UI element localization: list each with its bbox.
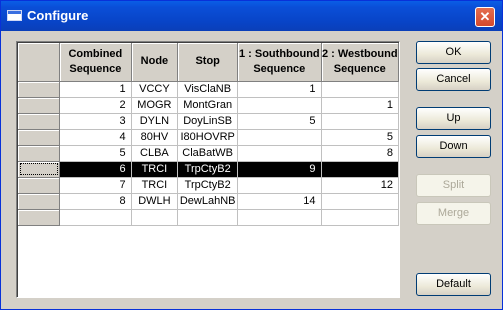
westbound-sequence-cell[interactable]: 12 — [321, 177, 399, 194]
node-cell[interactable]: 80HV — [131, 129, 179, 146]
table-row[interactable]: 2 MOGR MontGran 1 — [18, 97, 399, 114]
table-row[interactable]: 5 CLBA ClaBatWB 8 — [18, 145, 399, 162]
table-row[interactable]: 6 TRCI TrpCtyB2 9 — [18, 161, 399, 178]
westbound-sequence-cell[interactable]: 5 — [321, 129, 399, 146]
configure-dialog: Configure ✕ Combined Sequence Node Stop … — [0, 0, 503, 310]
row-header-cell[interactable] — [18, 129, 61, 146]
title-bar[interactable]: Configure ✕ — [1, 1, 502, 31]
column-header-westbound-sequence[interactable]: 2 : Westbound Sequence — [321, 43, 399, 82]
westbound-sequence-cell[interactable]: 8 — [321, 145, 399, 162]
header-row: Combined Sequence Node Stop 1 : Southbou… — [18, 43, 399, 82]
close-button[interactable]: ✕ — [475, 7, 495, 27]
split-button[interactable]: Split — [416, 174, 491, 197]
column-header-combined-sequence[interactable]: Combined Sequence — [59, 43, 132, 82]
column-header-southbound-sequence[interactable]: 1 : Southbound Sequence — [237, 43, 322, 82]
row-header-cell[interactable] — [18, 209, 61, 226]
row-header-cell[interactable] — [18, 145, 61, 162]
node-cell[interactable]: CLBA — [131, 145, 179, 162]
combined-sequence-cell[interactable]: 6 — [59, 161, 132, 178]
window-icon — [7, 10, 22, 21]
table-row[interactable]: 7 TRCI TrpCtyB2 12 — [18, 177, 399, 194]
westbound-sequence-cell[interactable] — [321, 113, 399, 130]
southbound-sequence-cell[interactable] — [237, 145, 322, 162]
westbound-sequence-cell[interactable]: 1 — [321, 97, 399, 114]
sequence-grid[interactable]: Combined Sequence Node Stop 1 : Southbou… — [16, 41, 400, 298]
empty-row[interactable] — [18, 209, 399, 226]
combined-sequence-cell[interactable]: 1 — [59, 81, 132, 98]
empty-cell[interactable] — [59, 209, 132, 226]
row-header-cell[interactable] — [18, 177, 61, 194]
stop-cell[interactable]: VisClaNB — [177, 81, 239, 98]
southbound-sequence-cell[interactable]: 14 — [237, 193, 322, 210]
southbound-sequence-cell[interactable]: 9 — [237, 161, 322, 178]
combined-sequence-cell[interactable]: 3 — [59, 113, 132, 130]
row-header-cell[interactable] — [18, 97, 61, 114]
southbound-sequence-cell[interactable]: 1 — [237, 81, 322, 98]
cancel-button[interactable]: Cancel — [416, 68, 491, 91]
southbound-sequence-cell[interactable]: 5 — [237, 113, 322, 130]
table-row[interactable]: 4 80HV I80HOVRP 5 — [18, 129, 399, 146]
sequence-table: Combined Sequence Node Stop 1 : Southbou… — [18, 43, 399, 226]
stop-cell[interactable]: ClaBatWB — [177, 145, 239, 162]
row-header-cell[interactable] — [18, 193, 61, 210]
column-header-stop[interactable]: Stop — [177, 43, 239, 82]
combined-sequence-cell[interactable]: 2 — [59, 97, 132, 114]
stop-cell[interactable]: MontGran — [177, 97, 239, 114]
default-button[interactable]: Default — [416, 273, 491, 296]
merge-button[interactable]: Merge — [416, 202, 491, 225]
window-title: Configure — [27, 8, 89, 23]
stop-cell[interactable]: DewLahNB — [177, 193, 239, 210]
stop-cell[interactable]: I80HOVRP — [177, 129, 239, 146]
combined-sequence-cell[interactable]: 5 — [59, 145, 132, 162]
southbound-sequence-cell[interactable] — [237, 129, 322, 146]
empty-cell[interactable] — [131, 209, 179, 226]
up-button[interactable]: Up — [416, 107, 491, 130]
node-cell[interactable]: TRCI — [131, 177, 179, 194]
table-row[interactable]: 3 DYLN DoyLinSB 5 — [18, 113, 399, 130]
stop-cell[interactable]: DoyLinSB — [177, 113, 239, 130]
combined-sequence-cell[interactable]: 4 — [59, 129, 132, 146]
row-header-cell[interactable] — [18, 81, 61, 98]
node-cell[interactable]: MOGR — [131, 97, 179, 114]
southbound-sequence-cell[interactable] — [237, 97, 322, 114]
row-header-cell[interactable] — [18, 161, 61, 178]
node-cell[interactable]: TRCI — [131, 161, 179, 178]
corner-header-cell — [18, 43, 61, 82]
empty-cell[interactable] — [321, 209, 399, 226]
table-row[interactable]: 8 DWLH DewLahNB 14 — [18, 193, 399, 210]
column-header-node[interactable]: Node — [131, 43, 179, 82]
combined-sequence-cell[interactable]: 8 — [59, 193, 132, 210]
empty-cell[interactable] — [177, 209, 239, 226]
stop-cell[interactable]: TrpCtyB2 — [177, 177, 239, 194]
node-cell[interactable]: DYLN — [131, 113, 179, 130]
down-button[interactable]: Down — [416, 135, 491, 158]
westbound-sequence-cell[interactable] — [321, 193, 399, 210]
table-row[interactable]: 1 VCCY VisClaNB 1 — [18, 81, 399, 98]
ok-button[interactable]: OK — [416, 41, 491, 64]
node-cell[interactable]: VCCY — [131, 81, 179, 98]
westbound-sequence-cell[interactable] — [321, 81, 399, 98]
empty-cell[interactable] — [237, 209, 322, 226]
southbound-sequence-cell[interactable] — [237, 177, 322, 194]
westbound-sequence-cell[interactable] — [321, 161, 399, 178]
combined-sequence-cell[interactable]: 7 — [59, 177, 132, 194]
node-cell[interactable]: DWLH — [131, 193, 179, 210]
row-header-cell[interactable] — [18, 113, 61, 130]
stop-cell[interactable]: TrpCtyB2 — [177, 161, 239, 178]
